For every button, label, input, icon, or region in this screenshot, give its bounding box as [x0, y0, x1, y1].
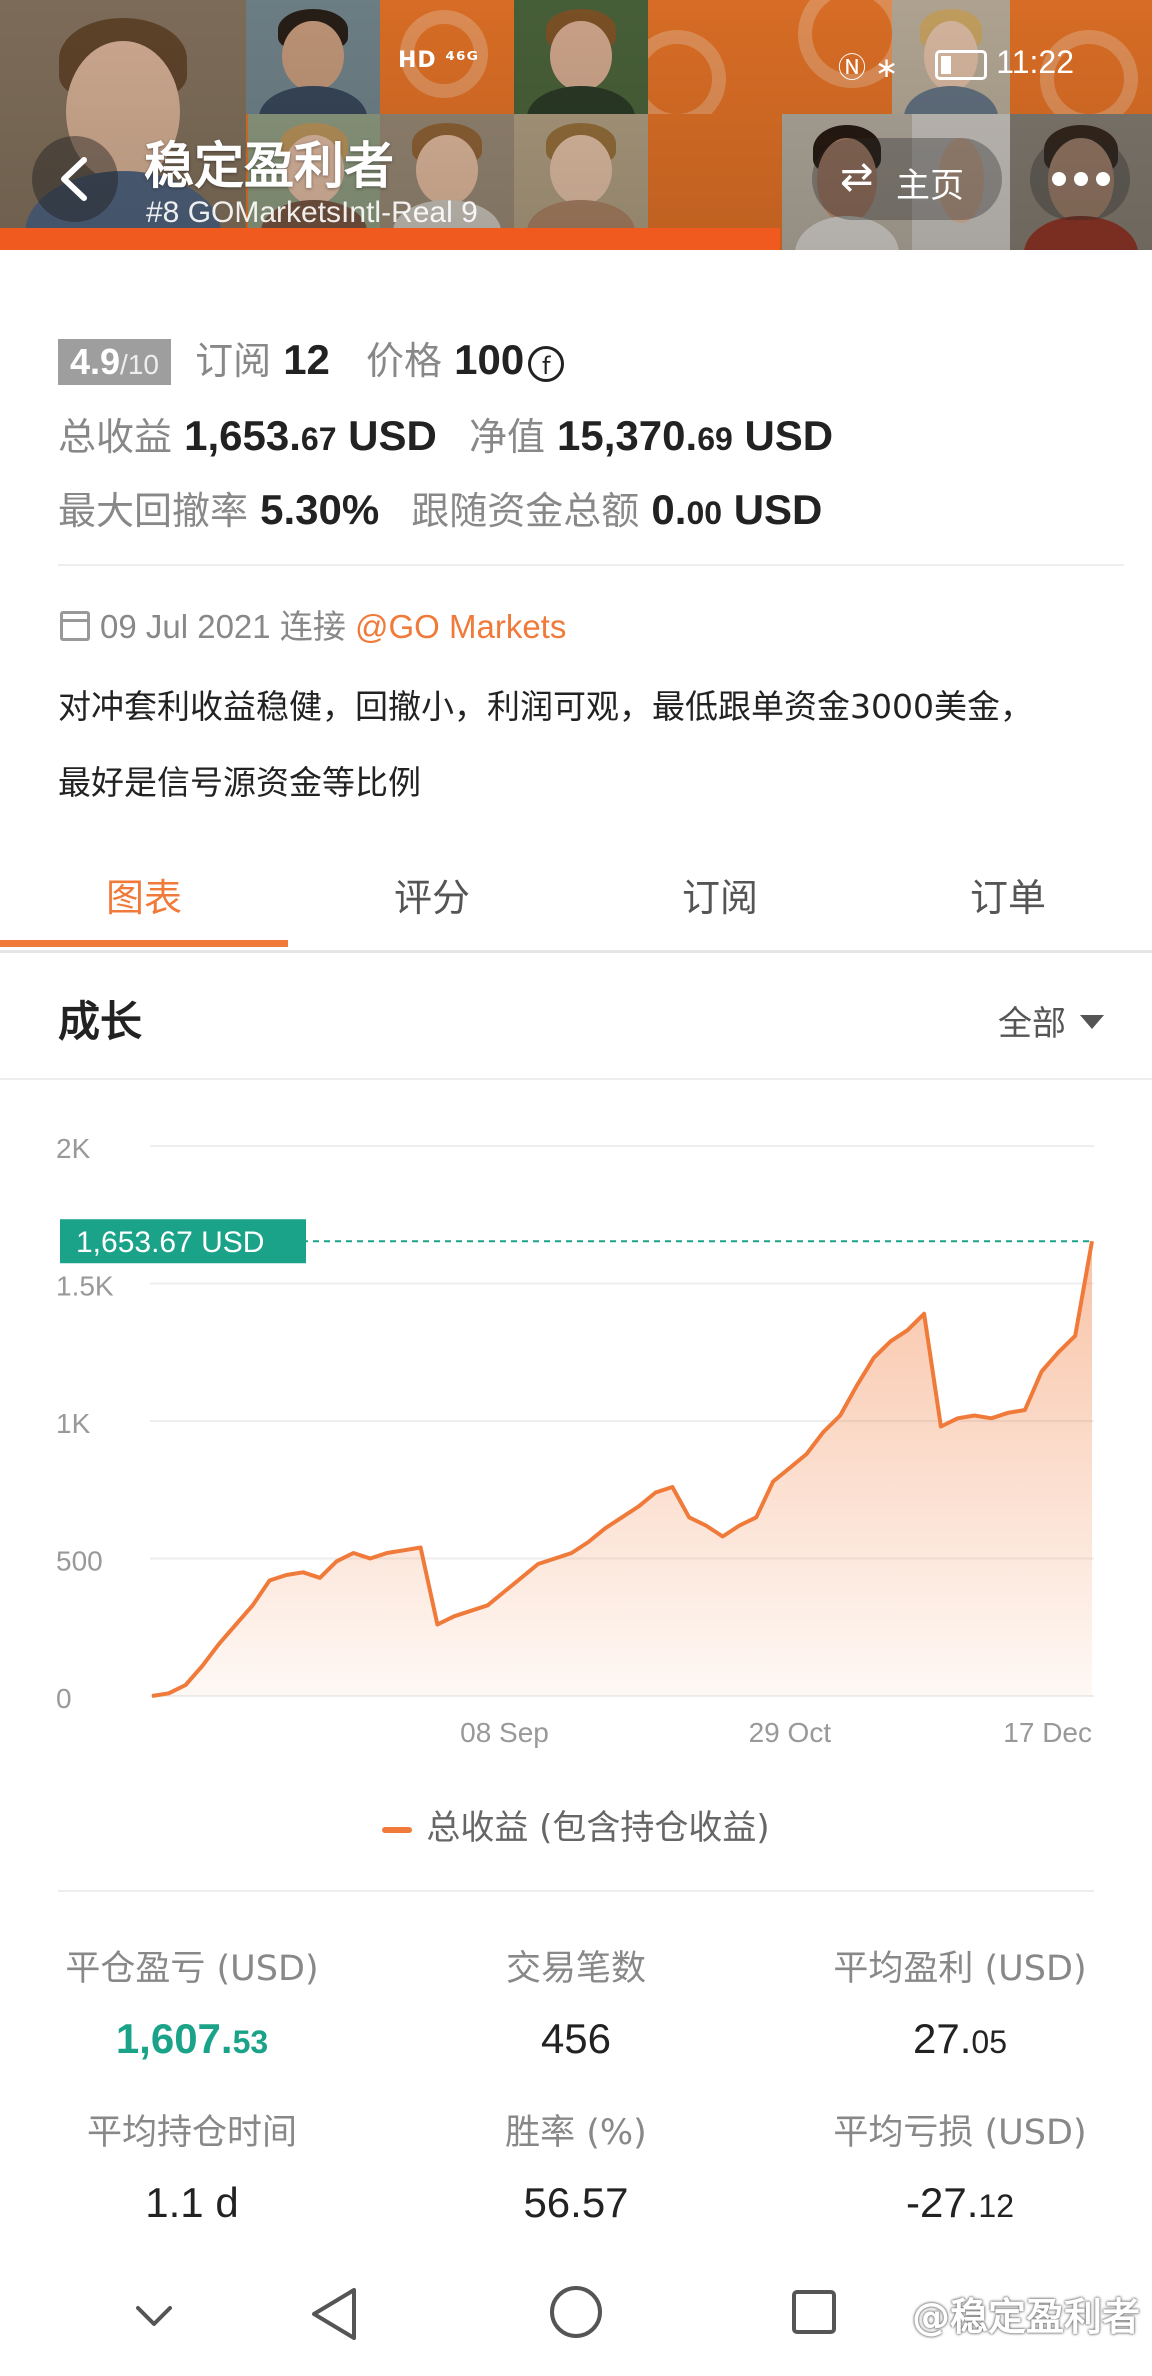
chart-legend: 总收益 (包含持仓收益): [0, 1800, 1152, 1849]
home-circle-icon[interactable]: [548, 2284, 604, 2340]
max-drawdown-value: 5.30%: [260, 486, 380, 533]
legend-label: 总收益 (包含持仓收益): [426, 1808, 770, 1848]
price-value: 100: [454, 336, 525, 383]
tab-bar: 图表 评分 订阅 订单: [0, 850, 1152, 950]
total-profit-label: 总收益: [58, 415, 173, 459]
profit-line: 总收益 1,653.67 USD 净值 15,370.69 USD: [58, 406, 833, 461]
coin-icon: f: [528, 345, 565, 382]
home-button[interactable]: ⇄ 主页: [812, 138, 1002, 220]
connect-date: 09 Jul 2021: [100, 608, 271, 645]
strategy-description-line2: 最好是信号源资金等比例: [58, 763, 421, 802]
metric-closed-pnl: 平仓盈亏 (USD) 1,607.53: [65, 1949, 319, 2062]
tab-orders[interactable]: 订单: [864, 850, 1152, 946]
follow-funds-value: 0.00 USD: [651, 486, 823, 533]
chevron-down-icon[interactable]: [134, 2304, 174, 2330]
legend-swatch: [382, 1826, 413, 1833]
drawdown-line: 最大回撤率 5.30% 跟随资金总额 0.00 USD: [58, 480, 822, 535]
connect-label: 连接: [279, 607, 346, 646]
rating-line: 4.9/10 订阅 12 价格 100 f: [58, 330, 565, 385]
clock: 11:22: [925, 44, 1074, 81]
y-tick-label: 1.5K: [56, 1271, 114, 1302]
section-divider: [0, 1078, 1152, 1080]
follow-funds-label: 跟随资金总额: [411, 489, 640, 533]
active-tab-indicator: [0, 940, 288, 947]
current-value-label: 1,653.67 USD: [76, 1226, 264, 1259]
range-filter-dropdown[interactable]: 全部: [998, 996, 1104, 1045]
swap-icon: ⇄: [840, 154, 874, 200]
range-filter-label: 全部: [998, 1004, 1066, 1044]
x-tick-label: 29 Oct: [749, 1717, 832, 1748]
metric-avg-loss: 平均亏损 (USD) -27.12: [833, 2113, 1087, 2226]
y-tick-label: 0: [56, 1683, 72, 1714]
tabs-border: [0, 950, 1152, 953]
nfc-bluetooth-icons: Ⓝ ∗: [838, 51, 899, 84]
net-value: 15,370.69 USD: [557, 412, 834, 459]
recents-square-icon[interactable]: [790, 2288, 838, 2336]
page-title: 稳定盈利者: [144, 137, 394, 195]
subscribe-count: 12: [283, 336, 330, 383]
subscribe-label: 订阅: [195, 339, 272, 383]
growth-title: 成长: [58, 997, 143, 1046]
metric-win-rate: 胜率 (%) 56.57: [505, 2113, 647, 2226]
x-tick-label: 17 Dec: [1003, 1717, 1092, 1748]
x-tick-label: 08 Sep: [460, 1717, 549, 1748]
connect-line: 09 Jul 2021 连接 @GO Markets: [60, 600, 566, 648]
home-label: 主页: [896, 166, 964, 206]
signal-icons: HD ⁴⁶ᴳ: [398, 48, 479, 73]
back-button[interactable]: [32, 136, 118, 222]
metric-trade-count: 交易笔数 456: [505, 1949, 646, 2062]
profile-header: HD ⁴⁶ᴳ Ⓝ ∗ 11:22 稳定盈利者 #8 GOMarketsIntl-…: [0, 0, 1152, 250]
tab-chart[interactable]: 图表: [0, 850, 288, 946]
divider: [58, 564, 1124, 566]
y-tick-label: 1K: [56, 1408, 91, 1439]
watermark: @稳定盈利者: [911, 2295, 1140, 2339]
net-value-label: 净值: [468, 415, 545, 459]
metric-avg-hold-time: 平均持仓时间 1.1 d: [86, 2113, 297, 2226]
y-tick-label: 2K: [56, 1133, 91, 1164]
divider: [58, 1890, 1094, 1892]
price-label: 价格: [366, 339, 443, 383]
dropdown-arrow-icon: [1080, 1015, 1104, 1029]
back-triangle-icon[interactable]: [308, 2284, 360, 2344]
max-drawdown-label: 最大回撤率: [58, 489, 249, 533]
y-tick-label: 500: [56, 1546, 103, 1577]
orange-strip: [0, 228, 780, 250]
calendar-icon: [60, 611, 90, 641]
status-time: 11:22: [996, 44, 1074, 80]
strategy-description-line1: 对冲套利收益稳健，回撤小，利润可观，最低跟单资金3000美金，: [58, 687, 1033, 726]
more-button[interactable]: [1030, 138, 1130, 220]
status-bar: HD ⁴⁶ᴳ Ⓝ ∗ 11:22: [0, 40, 1152, 90]
metric-avg-profit: 平均盈利 (USD) 27.05: [833, 1949, 1087, 2062]
battery-icon: [935, 49, 988, 80]
tab-subscriptions[interactable]: 订阅: [576, 850, 864, 946]
rating-badge: 4.9/10: [58, 339, 171, 385]
growth-chart: 0 500 1K 1.5K 2K 08 Sep 29 Oct 17 Dec 1,653.67 U…: [56, 1133, 1094, 1748]
broker-link[interactable]: @GO Markets: [355, 608, 566, 645]
chevron-left-icon: [61, 157, 87, 201]
total-profit-value: 1,653.67 USD: [184, 412, 437, 459]
series-area: [152, 1241, 1092, 1696]
more-dots-icon: [1052, 172, 1066, 186]
tab-rating[interactable]: 评分: [288, 850, 576, 946]
account-subtitle: #8 GOMarketsIntl-Real 9: [146, 196, 478, 229]
